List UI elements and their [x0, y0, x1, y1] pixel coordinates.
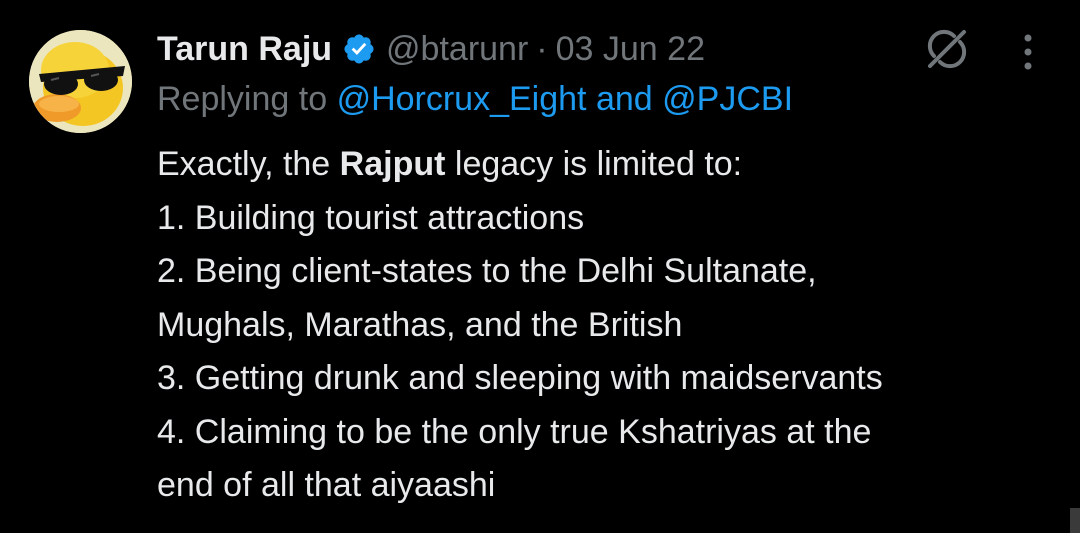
- tweet-date[interactable]: 03 Jun 22: [556, 30, 705, 69]
- replying-to-line: Replying to @Horcrux_Eight and @PJCBI: [157, 80, 793, 119]
- author-name[interactable]: Tarun Raju: [157, 30, 332, 69]
- tweet-text-line: 4. Claiming to be the only true Kshatriy…: [157, 412, 872, 451]
- tweet-text-line: 3. Getting drunk and sleeping with maids…: [157, 359, 883, 397]
- tweet-text-line: 1. Building tourist attractions: [157, 198, 585, 237]
- grok-icon[interactable]: [924, 26, 970, 72]
- tweet-text-line: 2. Being client-states to the Delhi Sult…: [157, 252, 817, 290]
- tweet-text: Exactly, the: [157, 145, 340, 183]
- scrollbar-thumb[interactable]: [1070, 508, 1080, 533]
- tweet-text-line: end of all that aiyaashi: [157, 466, 496, 504]
- avatar[interactable]: [29, 30, 132, 133]
- tweet-header: Tarun Raju @btarunr · 03 Jun 22: [157, 26, 705, 72]
- more-vertical-icon[interactable]: [1016, 30, 1040, 74]
- mention-link[interactable]: @Horcrux_Eight: [337, 80, 587, 118]
- mention-link[interactable]: @PJCBI: [662, 80, 793, 118]
- author-handle[interactable]: @btarunr: [386, 30, 528, 69]
- tweet-text: legacy is limited to:: [445, 145, 743, 183]
- separator-dot: ·: [536, 29, 548, 68]
- tweet[interactable]: Tarun Raju @btarunr · 03 Jun 22 Replying…: [0, 0, 1080, 533]
- mention-and: and: [595, 80, 653, 118]
- tweet-text-line: Mughals, Marathas, and the British: [157, 305, 683, 344]
- tweet-text-line: Exactly, the Rajput legacy is limited to…: [157, 138, 1057, 192]
- verified-badge-icon: [342, 32, 376, 66]
- tweet-body: Exactly, the Rajput legacy is limited to…: [157, 138, 1057, 513]
- replying-to-label: Replying to: [157, 80, 328, 118]
- tweet-text-bold: Rajput: [339, 145, 446, 183]
